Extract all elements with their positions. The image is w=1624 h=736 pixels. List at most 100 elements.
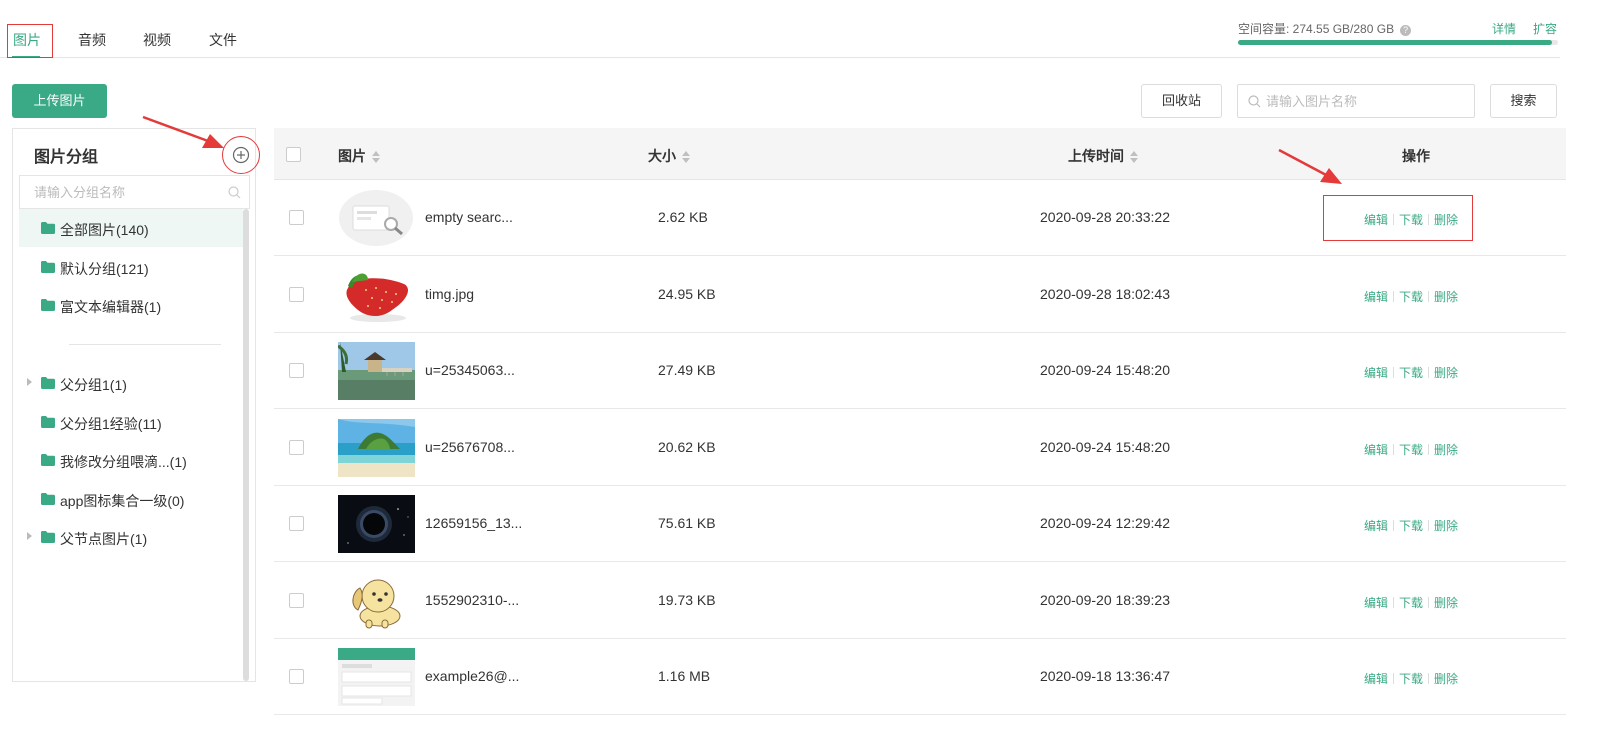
sidebar-group-item[interactable]: 我修改分组喂滴...(1) <box>19 441 243 479</box>
file-size: 19.73 KB <box>658 591 716 608</box>
edit-button[interactable]: 编辑 <box>1364 366 1388 380</box>
file-size: 24.95 KB <box>658 285 716 302</box>
delete-button[interactable]: 删除 <box>1434 443 1458 457</box>
storage-capacity: 空间容量: 274.55 GB/280 GB? 详情 扩容 <box>1238 20 1558 50</box>
file-size: 2.62 KB <box>658 209 708 225</box>
image-search-input[interactable] <box>1266 91 1466 111</box>
file-size: 75.61 KB <box>658 515 716 531</box>
row-checkbox[interactable] <box>289 516 304 531</box>
folder-icon <box>41 415 55 431</box>
sort-icon[interactable] <box>682 151 690 163</box>
upload-time: 2020-09-24 15:48:20 <box>1040 362 1170 378</box>
row-actions: 编辑 下载 删除 <box>1364 517 1458 534</box>
row-actions: 编辑 下载 删除 <box>1364 288 1458 305</box>
table-row: 1552902310-... 19.73 KB 2020-09-20 18:39:2… <box>274 563 1566 639</box>
annotation-box-tab <box>7 24 53 58</box>
header-upload-time[interactable]: 上传时间 <box>1068 146 1138 166</box>
expand-caret-icon[interactable] <box>27 532 32 540</box>
group-label: 全部图片(140) <box>60 222 149 238</box>
row-checkbox[interactable] <box>289 286 304 302</box>
table-row: timg.jpg 24.95 KB 2020-09-28 18:02:43 编辑 下载删… <box>274 257 1566 333</box>
image-thumbnail[interactable] <box>338 571 415 630</box>
group-label: 父分组1(1) <box>60 377 127 393</box>
recycle-bin-button[interactable]: 回收站 <box>1141 84 1222 118</box>
header-size[interactable]: 大小 <box>648 146 690 166</box>
annotation-box-actions <box>1323 195 1473 241</box>
table-row: example26@... 1.16 MB 2020-09-18 13:36:47 编… <box>274 639 1566 715</box>
search-button[interactable]: 搜索 <box>1490 84 1557 118</box>
group-label: 默认分组(121) <box>60 261 149 277</box>
divider <box>1393 673 1395 684</box>
sidebar-scrollbar[interactable] <box>243 209 249 681</box>
folder-icon <box>41 453 55 469</box>
expand-caret-icon[interactable] <box>27 378 32 386</box>
image-thumbnail[interactable] <box>338 495 415 553</box>
group-label: 父分组1经验(11) <box>60 416 162 432</box>
sidebar-group-item[interactable]: app图标集合一级(0) <box>19 480 243 518</box>
sort-icon[interactable] <box>1130 151 1138 163</box>
sort-icon[interactable] <box>372 151 380 163</box>
row-actions: 编辑 下载 删除 <box>1364 670 1458 687</box>
help-icon[interactable]: ? <box>1400 25 1412 36</box>
tab-files[interactable]: 文件 <box>209 30 237 50</box>
sidebar-group-item[interactable]: 默认分组(121) <box>19 248 243 286</box>
group-label: 富文本编辑器(1) <box>60 299 162 315</box>
header-actions: 操作 <box>1402 148 1430 164</box>
row-actions: 编辑 下载 删除 <box>1364 594 1458 611</box>
tab-audio[interactable]: 音频 <box>78 30 106 50</box>
download-button[interactable]: 下载 <box>1399 596 1423 610</box>
image-thumbnail[interactable] <box>338 648 415 706</box>
sidebar-group-item[interactable]: 富文本编辑器(1) <box>19 286 243 324</box>
sidebar-group-item[interactable]: 父分组1(1) <box>19 364 243 402</box>
sidebar-group-item[interactable]: 父分组1经验(11) <box>19 403 243 441</box>
row-checkbox[interactable] <box>289 439 304 455</box>
group-label: 父节点图片(1) <box>60 531 148 547</box>
storage-progress-fill <box>1238 40 1552 45</box>
edit-button[interactable]: 编辑 <box>1364 596 1388 610</box>
image-thumbnail[interactable] <box>338 342 415 400</box>
select-all-checkbox[interactable] <box>286 147 301 162</box>
download-button[interactable]: 下载 <box>1399 366 1423 380</box>
download-button[interactable]: 下载 <box>1399 672 1423 686</box>
delete-button[interactable]: 删除 <box>1434 290 1458 304</box>
image-thumbnail[interactable] <box>338 189 415 247</box>
group-search-input[interactable] <box>34 182 214 202</box>
tab-video[interactable]: 视频 <box>143 30 171 50</box>
row-checkbox[interactable] <box>289 363 304 378</box>
group-search-box <box>19 175 250 209</box>
upload-time: 2020-09-24 12:29:42 <box>1040 515 1170 531</box>
download-button[interactable]: 下载 <box>1399 290 1423 304</box>
sidebar-group-item[interactable]: 全部图片(140) <box>19 209 243 247</box>
storage-expand-link[interactable]: 扩容 <box>1533 20 1557 37</box>
edit-button[interactable]: 编辑 <box>1364 443 1388 457</box>
edit-button[interactable]: 编辑 <box>1364 290 1388 304</box>
divider <box>1393 367 1395 378</box>
upload-image-button[interactable]: 上传图片 <box>12 84 107 118</box>
divider <box>1428 367 1430 378</box>
sidebar-group-item[interactable]: 父节点图片(1) <box>19 518 243 556</box>
storage-detail-link[interactable]: 详情 <box>1492 20 1516 37</box>
image-thumbnail[interactable] <box>338 418 415 477</box>
download-button[interactable]: 下载 <box>1399 519 1423 533</box>
edit-button[interactable]: 编辑 <box>1364 672 1388 686</box>
delete-button[interactable]: 删除 <box>1434 519 1458 533</box>
table-header: 图片 大小 上传时间 操作 <box>274 128 1566 180</box>
group-label: app图标集合一级(0) <box>60 493 185 509</box>
delete-button[interactable]: 删除 <box>1434 596 1458 610</box>
edit-button[interactable]: 编辑 <box>1364 519 1388 533</box>
header-image[interactable]: 图片 <box>338 146 380 166</box>
upload-time: 2020-09-24 15:48:20 <box>1040 438 1170 455</box>
delete-button[interactable]: 删除 <box>1434 672 1458 686</box>
row-checkbox[interactable] <box>289 592 304 608</box>
file-size: 27.49 KB <box>658 362 716 378</box>
download-button[interactable]: 下载 <box>1399 443 1423 457</box>
upload-time: 2020-09-20 18:39:23 <box>1040 591 1170 608</box>
storage-progress-bar <box>1238 40 1558 45</box>
delete-button[interactable]: 删除 <box>1434 366 1458 380</box>
row-checkbox[interactable] <box>289 669 304 684</box>
header-upload-time-label: 上传时间 <box>1068 148 1124 164</box>
search-icon <box>1248 95 1261 108</box>
search-icon <box>228 186 241 199</box>
image-thumbnail[interactable] <box>338 265 415 324</box>
row-checkbox[interactable] <box>289 210 304 225</box>
